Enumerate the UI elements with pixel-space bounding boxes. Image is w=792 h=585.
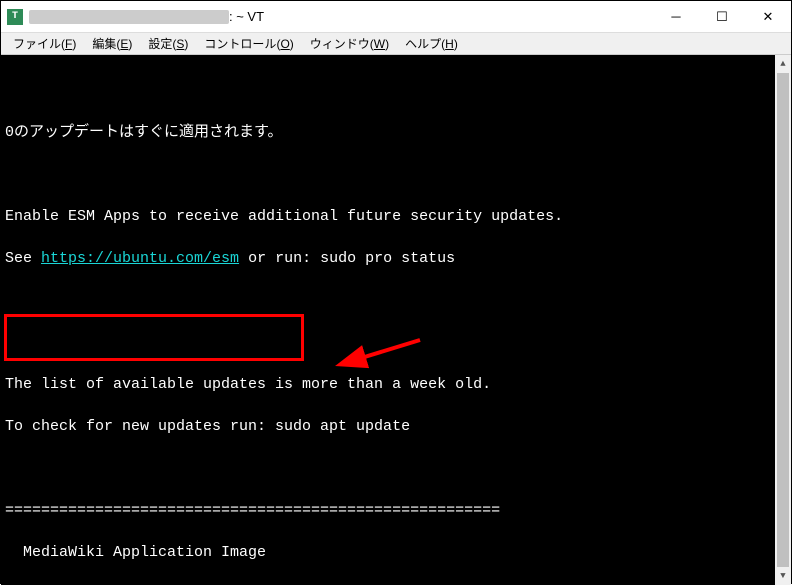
menu-setup[interactable]: 設定(S) (140, 33, 196, 54)
term-line (5, 80, 787, 101)
scrollbar-down-button[interactable]: ▼ (775, 567, 791, 585)
window-titlebar: T : ~ VT ─ ☐ ✕ (1, 1, 791, 33)
redacted-host-in-title (29, 10, 229, 24)
esm-link[interactable]: https://ubuntu.com/esm (41, 250, 239, 267)
menu-file[interactable]: ファイル(F) (5, 33, 84, 54)
scrollbar-up-button[interactable]: ▲ (775, 55, 791, 73)
menubar: ファイル(F) 編集(E) 設定(S) コントロール(O) ウィンドウ(W) ヘ… (1, 33, 791, 55)
window-title: : ~ VT (29, 9, 264, 25)
term-line-esm1: Enable ESM Apps to receive additional fu… (5, 206, 787, 227)
term-divider: ========================================… (5, 500, 787, 521)
term-line (5, 332, 787, 353)
vertical-scrollbar[interactable]: ▲ ▼ (775, 55, 791, 585)
menu-edit[interactable]: 編集(E) (84, 33, 140, 54)
terminal-viewport[interactable]: 0のアップデートはすぐに適用されます。 Enable ESM Apps to r… (1, 55, 791, 585)
term-line-weekold: The list of available updates is more th… (5, 374, 787, 395)
menu-help[interactable]: ヘルプ(H) (397, 33, 466, 54)
term-line (5, 164, 787, 185)
window-minimize-button[interactable]: ─ (653, 1, 699, 33)
app-icon: T (7, 9, 23, 25)
term-line-check: To check for new updates run: sudo apt u… (5, 416, 787, 437)
window-maximize-button[interactable]: ☐ (699, 1, 745, 33)
menu-window[interactable]: ウィンドウ(W) (302, 33, 397, 54)
window-close-button[interactable]: ✕ (745, 1, 791, 33)
term-line-esm2: See https://ubuntu.com/esm or run: sudo … (5, 248, 787, 269)
term-line (5, 458, 787, 479)
window-controls: ─ ☐ ✕ (653, 1, 791, 33)
menu-control[interactable]: コントロール(O) (196, 33, 301, 54)
scrollbar-thumb[interactable] (777, 73, 789, 567)
term-line (5, 290, 787, 311)
term-app-title: MediaWiki Application Image (5, 542, 787, 563)
term-line-update: 0のアップデートはすぐに適用されます。 (5, 122, 787, 143)
